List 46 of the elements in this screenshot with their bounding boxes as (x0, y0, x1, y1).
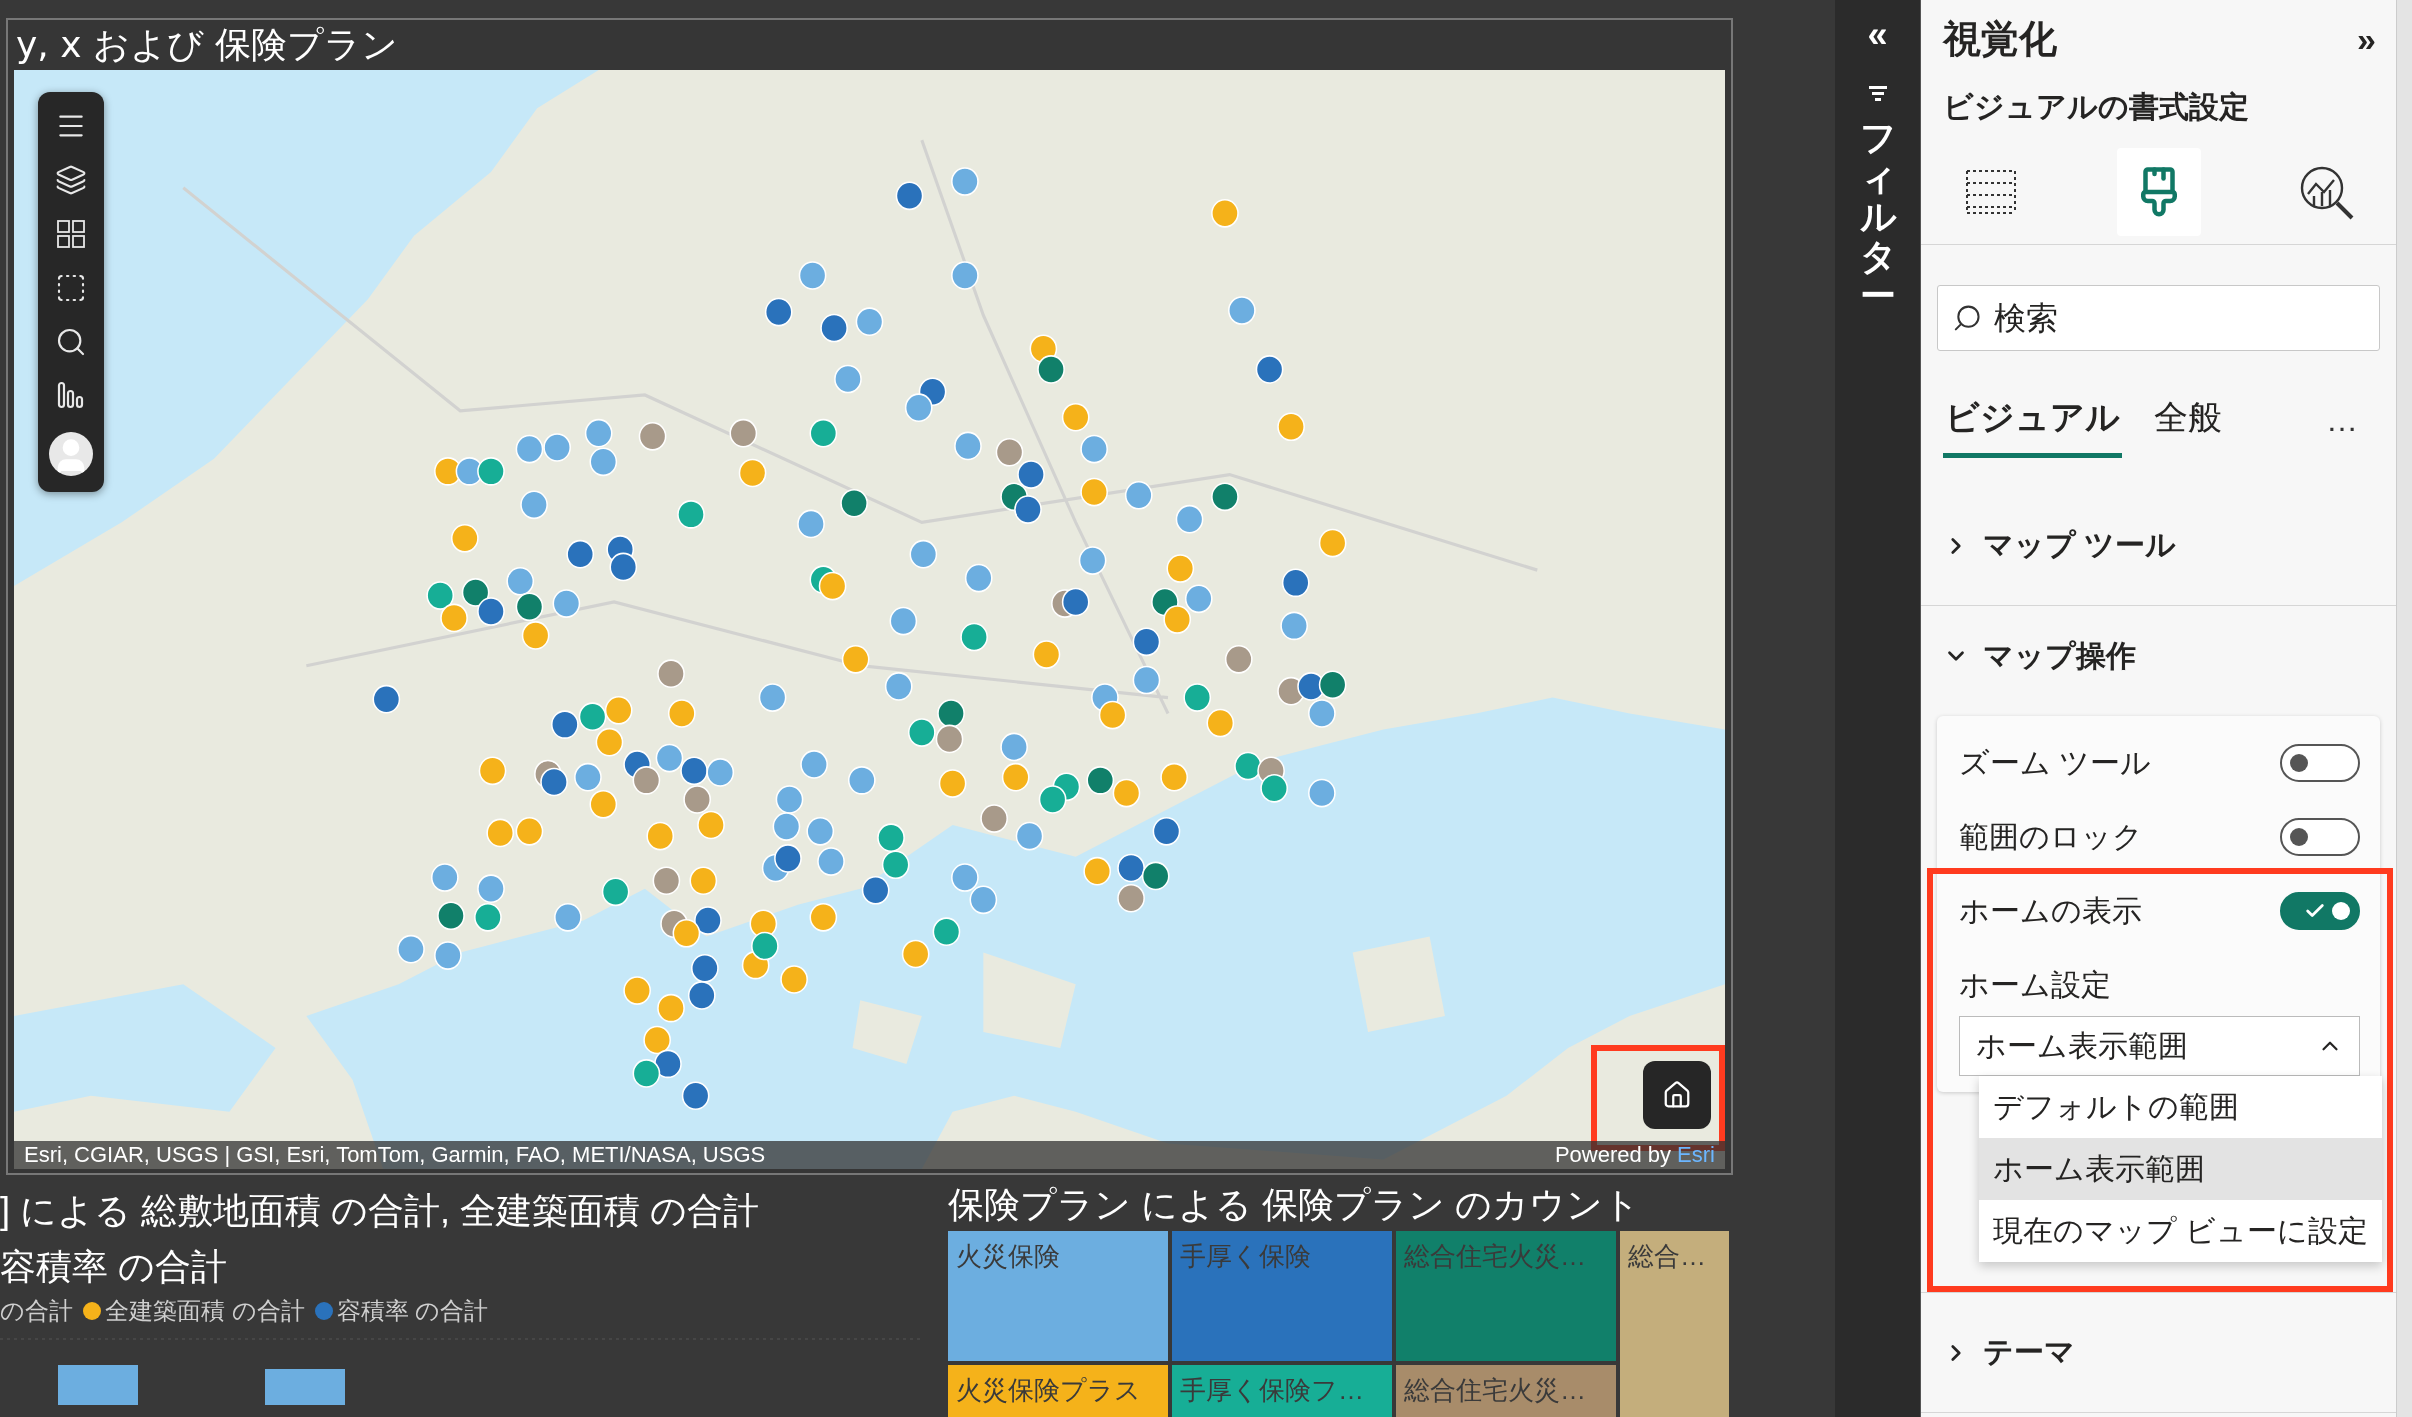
legend-label: の合計 (0, 1296, 73, 1326)
expand-button[interactable]: » (2357, 20, 2376, 59)
treemap-tile[interactable]: 総合住宅火災… (1396, 1365, 1616, 1417)
filter-pane-title[interactable]: フィルター (1859, 118, 1896, 316)
home-button[interactable] (1643, 1061, 1711, 1129)
selection-icon[interactable] (55, 272, 87, 304)
attribution-text: Esri, CGIAR, USGS | GSI, Esri, TomTom, Garmin, FAO, METI/NASA, USGS (24, 1142, 766, 1168)
search-field[interactable]: 検索 (1937, 285, 2380, 351)
view-tab[interactable] (2116, 148, 2201, 236)
search-input[interactable]: 検索 (1992, 298, 2365, 338)
setting-label: ホーム設定 (1959, 967, 2112, 1003)
tab[interactable]: 全般 (2152, 395, 2224, 458)
chart-title: 保険プラン による 保険プラン のカウント (947, 1183, 1641, 1227)
home-icon (1662, 1080, 1692, 1110)
grid-icon[interactable] (55, 218, 87, 250)
tab[interactable]: ビジュアル (1943, 395, 2122, 458)
chart-title: 容積率 の合計 (0, 1245, 228, 1289)
bar-chart-icon[interactable] (56, 380, 86, 410)
visual-title: y, x および 保険プラン (15, 23, 400, 67)
pane-title: 視覚化 (1943, 17, 2057, 62)
toggle-label: ホームの表示 (1959, 892, 2142, 929)
chart-title: ] による 総敷地面積 の合計, 全建築面積 の合計 (0, 1189, 760, 1233)
layers-icon[interactable] (55, 164, 87, 196)
pane-subtitle: ビジュアルの書式設定 (1942, 89, 2250, 125)
treemap-tile[interactable]: 火災保険 (948, 1231, 1168, 1361)
more-button[interactable]: … (2326, 402, 2358, 451)
section-header[interactable]: マップ操作 (1921, 606, 2396, 706)
toggle-switch[interactable] (2280, 818, 2360, 856)
toggle-label: ズーム ツール (1959, 744, 2152, 781)
table-icon (1963, 167, 2019, 217)
dropdown-option[interactable]: 現在のマップ ビューに設定 (1979, 1200, 2382, 1262)
toggle-switch[interactable] (2280, 892, 2360, 930)
legend-label: 容積率 の合計 (336, 1296, 489, 1326)
search-icon[interactable] (55, 326, 87, 358)
collapse-button[interactable]: « (1867, 14, 1888, 56)
legend-label: 全建築面積 の合計 (105, 1296, 305, 1326)
treemap-tile[interactable]: 総合… (1620, 1231, 1729, 1417)
powered-by-text: Powered by (1554, 1142, 1672, 1168)
treemap-tile[interactable]: 手厚く保険フ… (1172, 1365, 1392, 1417)
dropdown-option[interactable]: デフォルトの範囲 (1979, 1076, 2382, 1138)
toggle-label: 範囲のロック (1959, 818, 2143, 855)
toggle-switch[interactable] (2280, 744, 2360, 782)
treemap-tile[interactable]: 火災保険プラス (948, 1365, 1168, 1417)
home-setting-dropdown[interactable]: ホーム表示範囲 (1959, 1016, 2360, 1076)
user-avatar-icon[interactable] (49, 432, 93, 476)
dropdown-option[interactable]: ホーム表示範囲 (1979, 1138, 2382, 1200)
